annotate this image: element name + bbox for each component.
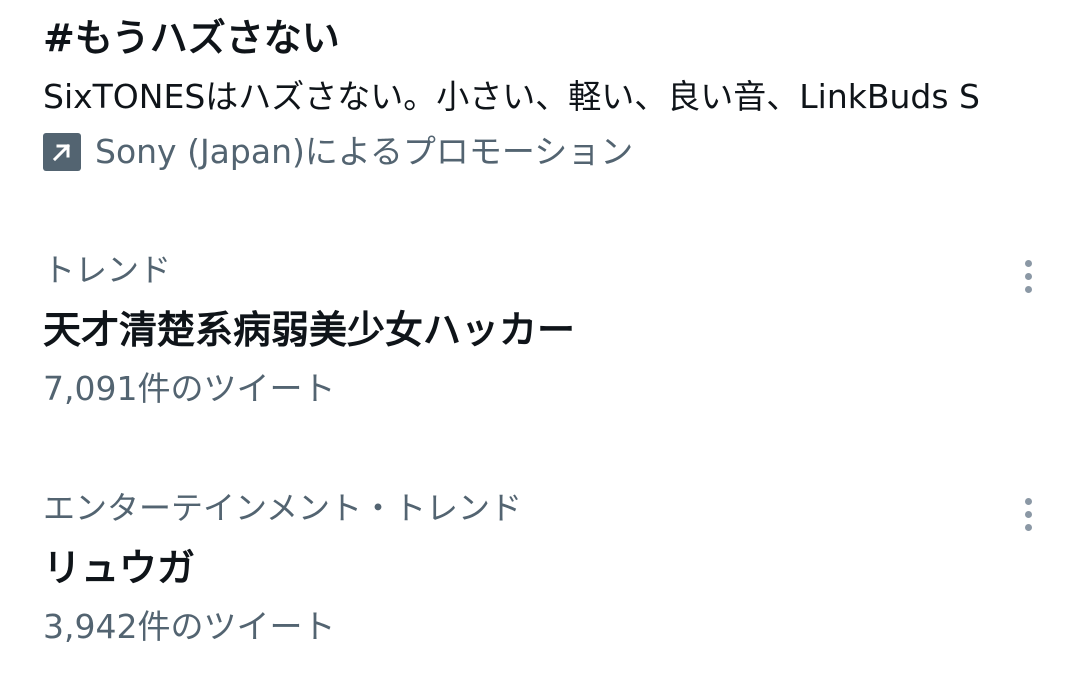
trend-context: エンターテインメント・トレンド — [43, 489, 523, 527]
trend-tweet-count: 3,942件のツイート — [43, 607, 336, 646]
more-vertical-icon — [1024, 497, 1032, 505]
promoted-trend[interactable]: #もうハズさない SixTONESはハズさない。小さい、軽い、良い音、LinkB… — [0, 0, 1080, 200]
trend-name[interactable]: 天才清楚系病弱美少女ハッカー — [43, 304, 575, 356]
more-options-button[interactable] — [1008, 254, 1048, 298]
trend-item[interactable]: トレンド 天才清楚系病弱美少女ハッカー 7,091件のツイート — [0, 232, 1080, 432]
trend-tweet-count: 7,091件のツイート — [43, 369, 336, 408]
promoted-by-label[interactable]: Sony (Japan)によるプロモーション — [95, 128, 633, 176]
more-vertical-icon — [1024, 259, 1032, 267]
promoted-by-line: Sony (Japan)によるプロモーション — [43, 128, 633, 176]
trend-item[interactable]: エンターテインメント・トレンド リュウガ 3,942件のツイート — [0, 470, 1080, 670]
trend-context: トレンド — [43, 251, 172, 289]
trend-list: #もうハズさない SixTONESはハズさない。小さい、軽い、良い音、LinkB… — [0, 0, 1080, 690]
trend-name[interactable]: リュウガ — [43, 542, 195, 594]
promoted-hashtag[interactable]: #もうハズさない — [43, 12, 340, 64]
promoted-description: SixTONESはハズさない。小さい、軽い、良い音、LinkBuds S — [43, 77, 980, 116]
arrow-up-right-icon — [43, 133, 81, 171]
more-options-button[interactable] — [1008, 492, 1048, 536]
